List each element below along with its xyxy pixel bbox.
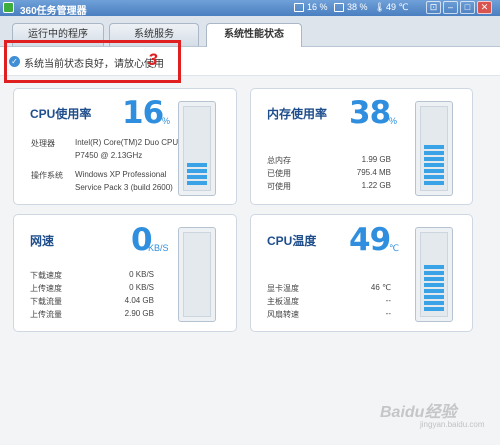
- network-row-label: 下载流量: [30, 297, 62, 306]
- gauge-segment: [187, 169, 207, 173]
- gauge-segment: [424, 277, 444, 281]
- network-speed-panel: 网速 0 KB/S 下载速度 0 KB/S 上传速度 0 KB/S 下载流量 4…: [13, 214, 237, 332]
- app-logo-icon: [3, 2, 14, 13]
- gauge-segment: [424, 295, 444, 299]
- processor-label: 处理器: [31, 139, 55, 148]
- gauge-segment: [187, 175, 207, 179]
- os-line2: Service Pack 3 (build 2600): [75, 183, 173, 192]
- network-row-label: 上传速度: [30, 284, 62, 293]
- processor-line1: Intel(R) Core(TM)2 Duo CPU: [75, 138, 179, 147]
- gauge-segment: [187, 163, 207, 167]
- memory-row-value: 1.99 GB: [361, 155, 391, 164]
- thermometer-icon: 🌡: [374, 2, 386, 12]
- watermark: Baidu经验: [380, 404, 457, 421]
- cpu-chip-icon: [294, 3, 304, 12]
- network-gauge: [178, 227, 216, 322]
- cpu-usage-panel: CPU使用率 16 % 处理器 Intel(R) Core(TM)2 Duo C…: [13, 88, 237, 205]
- titlebar-temp-stat: 49 ℃: [386, 2, 409, 12]
- memory-usage-title: 内存使用率: [267, 107, 328, 121]
- pin-button[interactable]: ⊡: [426, 1, 441, 14]
- memory-usage-panel: 内存使用率 38 % 总内存 1.99 GB 已使用 795.4 MB 可使用 …: [250, 88, 473, 205]
- memory-gauge: [415, 101, 453, 196]
- network-title: 网速: [30, 234, 55, 248]
- network-row-value: 2.90 GB: [124, 309, 154, 318]
- memory-row-value: 1.22 GB: [361, 181, 391, 190]
- gauge-segment: [424, 175, 444, 179]
- gauge-segment: [424, 181, 444, 185]
- titlebar-cpu-stat: 16 %: [307, 2, 328, 12]
- network-row-value: 0 KB/S: [129, 270, 154, 279]
- cpu-temperature-unit: ℃: [389, 243, 400, 253]
- gauge-segment: [424, 169, 444, 173]
- gauge-segment: [424, 271, 444, 275]
- restore-button[interactable]: □: [460, 1, 475, 14]
- app-title: 360任务管理器: [20, 6, 87, 17]
- gauge-segment: [424, 301, 444, 305]
- processor-line2: P7450 @ 2.13GHz: [75, 151, 143, 160]
- temperature-row-value: --: [385, 309, 391, 318]
- gauge-segment: [424, 145, 444, 149]
- cpu-usage-unit: %: [162, 116, 171, 126]
- gauge-segment: [424, 289, 444, 293]
- temperature-row-value: --: [385, 296, 391, 305]
- os-line1: Windows XP Professional: [75, 170, 167, 179]
- network-row-label: 下载速度: [30, 271, 62, 280]
- temperature-row-label: 显卡温度: [267, 284, 299, 293]
- network-row-value: 4.04 GB: [124, 296, 154, 305]
- title-bar: 360任务管理器 16 % 38 % 🌡 49 ℃ ⊡ – □ ✕: [0, 0, 500, 17]
- close-button[interactable]: ✕: [477, 1, 492, 14]
- memory-row-label: 总内存: [267, 156, 291, 165]
- gauge-segment: [424, 151, 444, 155]
- watermark-sub: jingyan.baidu.com: [420, 420, 485, 429]
- tab-system-performance[interactable]: 系统性能状态: [206, 23, 302, 47]
- cpu-usage-title: CPU使用率: [30, 107, 92, 121]
- memory-usage-value: 38: [349, 95, 391, 131]
- network-row-value: 0 KB/S: [129, 283, 154, 292]
- titlebar-memory-stat: 38 %: [347, 2, 368, 12]
- memory-usage-unit: %: [389, 116, 398, 126]
- gauge-segment: [424, 307, 444, 311]
- os-label: 操作系统: [31, 171, 63, 180]
- temperature-gauge: [415, 227, 453, 322]
- cpu-temperature-value: 49: [349, 222, 391, 258]
- cpu-temperature-title: CPU温度: [267, 234, 317, 248]
- temperature-row-label: 风扇转速: [267, 310, 299, 319]
- memory-row-label: 已使用: [267, 169, 291, 178]
- cpu-gauge: [178, 101, 216, 196]
- network-row-label: 上传流量: [30, 310, 62, 319]
- gauge-segment: [424, 283, 444, 287]
- task-manager-window: 360任务管理器 16 % 38 % 🌡 49 ℃ ⊡ – □ ✕ 运行中的程序…: [0, 0, 500, 445]
- memory-chip-icon: [334, 3, 344, 12]
- memory-row-value: 795.4 MB: [356, 168, 391, 177]
- temperature-row-label: 主板温度: [267, 297, 299, 306]
- cpu-usage-value: 16: [122, 95, 164, 131]
- gauge-segment: [424, 163, 444, 167]
- gauge-segment: [424, 265, 444, 269]
- annotation-step-number: 3: [148, 50, 158, 69]
- minimize-button[interactable]: –: [443, 1, 458, 14]
- gauge-segment: [424, 157, 444, 161]
- network-speed-unit: KB/S: [148, 243, 169, 253]
- cpu-temperature-panel: CPU温度 49 ℃ 显卡温度 46 ℃ 主板温度 -- 风扇转速 --: [250, 214, 473, 332]
- temperature-row-value: 46 ℃: [370, 283, 391, 292]
- memory-row-label: 可使用: [267, 182, 291, 191]
- gauge-segment: [187, 181, 207, 185]
